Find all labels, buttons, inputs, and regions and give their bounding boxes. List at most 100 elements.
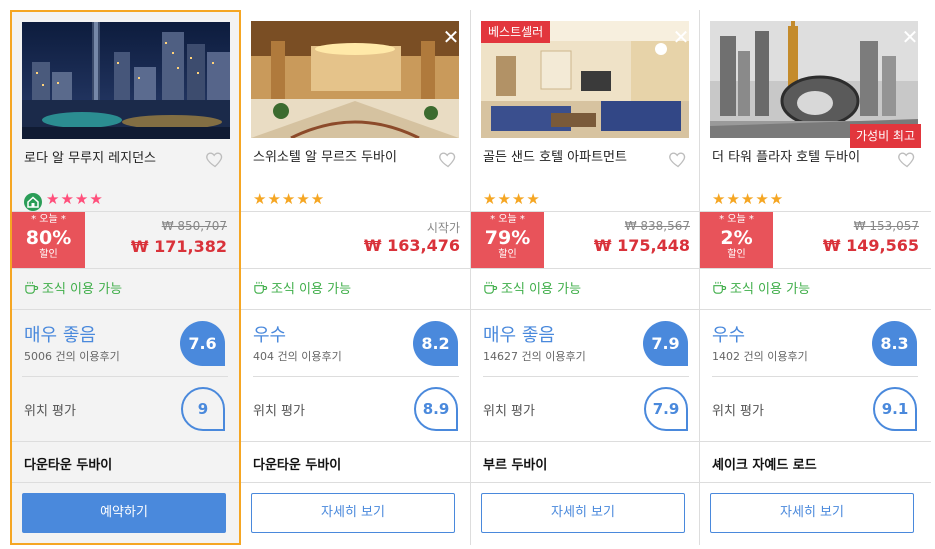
hotel-name[interactable]: 골든 샌드 호텔 아파트먼트 bbox=[483, 150, 663, 166]
divider bbox=[471, 309, 702, 310]
today-deal-badge: * 오늘 * 2% 할인 bbox=[700, 212, 773, 268]
heart-icon[interactable] bbox=[205, 149, 225, 169]
breakfast-label: 조식 이용 가능 bbox=[42, 282, 123, 297]
rating-score-badge: 8.3 bbox=[872, 321, 917, 366]
divider bbox=[12, 268, 239, 269]
hotel-name[interactable]: 로다 알 무루지 레지던스 bbox=[24, 151, 204, 167]
details-button[interactable]: 자세히 보기 bbox=[251, 493, 455, 533]
original-price: ₩ 838,567 bbox=[624, 219, 690, 233]
hotel-card-1[interactable]: 로다 알 무루지 레지던스 ★★★★ * 오늘 * 80% 할인 ₩ 850,7… bbox=[10, 10, 241, 545]
hotel-card-4[interactable]: 가성비 최고 ✕ 더 타워 플라자 호텔 두바이 ★★★★★ * 오늘 * 2%… bbox=[700, 10, 931, 545]
home-icon bbox=[24, 193, 42, 211]
review-count[interactable]: 404 건의 이용후기 bbox=[253, 348, 342, 364]
heart-icon[interactable] bbox=[438, 149, 458, 169]
hotel-comparison-grid: 로다 알 무루지 레지던스 ★★★★ * 오늘 * 80% 할인 ₩ 850,7… bbox=[0, 0, 935, 549]
today-deal-badge: * 오늘 * 80% 할인 bbox=[12, 212, 85, 268]
divider bbox=[12, 309, 239, 310]
divider bbox=[471, 482, 702, 483]
price-prefix: 시작가 bbox=[426, 221, 460, 235]
hotel-card-2[interactable]: ✕ 스위소텔 알 무르즈 두바이 ★★★★★ 시작가 ₩ 163,476 조식 … bbox=[241, 10, 472, 545]
divider bbox=[253, 376, 459, 377]
area-name: 셰이크 자예드 로드 bbox=[712, 458, 817, 473]
location-label: 위치 평가 bbox=[253, 404, 305, 419]
divider bbox=[241, 268, 472, 269]
review-count[interactable]: 14627 건의 이용후기 bbox=[483, 348, 586, 364]
location-label: 위치 평가 bbox=[483, 404, 535, 419]
book-button[interactable]: 예약하기 bbox=[22, 493, 226, 533]
rating-label: 매우 좋음 bbox=[24, 325, 96, 346]
details-button[interactable]: 자세히 보기 bbox=[481, 493, 685, 533]
hotel-card-3[interactable]: 베스트셀러 ✕ 골든 샌드 호텔 아파트먼트 ★★★★ * 오늘 * 79% 할… bbox=[471, 10, 702, 545]
heart-icon[interactable] bbox=[668, 149, 688, 169]
cup-icon bbox=[713, 281, 727, 294]
cup-icon bbox=[254, 281, 268, 294]
divider bbox=[22, 376, 228, 377]
rating-score-badge: 7.9 bbox=[643, 321, 688, 366]
cup-icon bbox=[484, 281, 498, 294]
deal-price[interactable]: ₩ 163,476 bbox=[364, 236, 460, 255]
star-rating: ★★★★★ bbox=[253, 190, 326, 208]
today-deal-badge: * 오늘 * 79% 할인 bbox=[471, 212, 544, 268]
discount-percent: 80% bbox=[25, 227, 72, 249]
hotel-name[interactable]: 스위소텔 알 무르즈 두바이 bbox=[253, 150, 433, 166]
breakfast-info: 조식 이용 가능 bbox=[24, 278, 122, 297]
divider bbox=[700, 482, 931, 483]
deal-today-label: * 오늘 * bbox=[31, 214, 66, 225]
close-icon[interactable]: ✕ bbox=[442, 27, 460, 47]
location-score-badge: 9.1 bbox=[873, 387, 917, 431]
location-score-badge: 7.9 bbox=[644, 387, 688, 431]
location-score-badge: 8.9 bbox=[414, 387, 458, 431]
location-label: 위치 평가 bbox=[712, 404, 764, 419]
details-button[interactable]: 자세히 보기 bbox=[710, 493, 914, 533]
discount-percent: 79% bbox=[484, 227, 531, 249]
discount-label: 할인 bbox=[727, 249, 746, 260]
divider bbox=[241, 482, 472, 483]
close-icon[interactable]: ✕ bbox=[901, 27, 919, 47]
hotel-name[interactable]: 더 타워 플라자 호텔 두바이 bbox=[712, 150, 892, 166]
breakfast-label: 조식 이용 가능 bbox=[501, 282, 582, 297]
breakfast-info: 조식 이용 가능 bbox=[483, 278, 581, 297]
discount-percent: 2% bbox=[720, 227, 753, 249]
divider bbox=[712, 376, 918, 377]
divider bbox=[241, 309, 472, 310]
cup-icon bbox=[25, 281, 39, 294]
divider bbox=[483, 376, 689, 377]
divider bbox=[241, 441, 472, 442]
location-label: 위치 평가 bbox=[24, 404, 76, 419]
divider bbox=[12, 482, 239, 483]
deal-today-label: * 오늘 * bbox=[490, 214, 525, 225]
hotel-photo[interactable] bbox=[22, 22, 230, 139]
rating-score-badge: 7.6 bbox=[180, 321, 225, 366]
rating-label: 우수 bbox=[712, 325, 746, 346]
divider bbox=[471, 441, 702, 442]
deal-price[interactable]: ₩ 175,448 bbox=[594, 236, 690, 255]
heart-icon[interactable] bbox=[897, 149, 917, 169]
star-rating: ★★★★ bbox=[483, 190, 541, 208]
hotel-photo[interactable] bbox=[710, 21, 918, 138]
deal-price[interactable]: ₩ 149,565 bbox=[823, 236, 919, 255]
rating-score-badge: 8.2 bbox=[413, 321, 458, 366]
breakfast-label: 조식 이용 가능 bbox=[730, 282, 811, 297]
deal-price[interactable]: ₩ 171,382 bbox=[131, 237, 227, 256]
divider bbox=[241, 211, 472, 212]
review-count[interactable]: 5006 건의 이용후기 bbox=[24, 348, 120, 364]
hotel-photo[interactable] bbox=[251, 21, 459, 138]
deal-today-label: * 오늘 * bbox=[719, 214, 754, 225]
breakfast-label: 조식 이용 가능 bbox=[271, 282, 352, 297]
bestseller-badge: 베스트셀러 bbox=[481, 21, 551, 43]
best-value-badge: 가성비 최고 bbox=[849, 124, 921, 148]
divider bbox=[700, 441, 931, 442]
close-icon[interactable]: ✕ bbox=[672, 27, 690, 47]
breakfast-info: 조식 이용 가능 bbox=[712, 278, 810, 297]
divider bbox=[12, 441, 239, 442]
rating-label: 우수 bbox=[253, 325, 287, 346]
breakfast-info: 조식 이용 가능 bbox=[253, 278, 351, 297]
review-count[interactable]: 1402 건의 이용후기 bbox=[712, 348, 808, 364]
rating-label: 매우 좋음 bbox=[483, 325, 555, 346]
area-name: 부르 두바이 bbox=[483, 458, 548, 473]
area-name: 다운타운 두바이 bbox=[24, 458, 113, 473]
star-rating: ★★★★★ bbox=[712, 190, 785, 208]
discount-label: 할인 bbox=[498, 249, 517, 260]
discount-label: 할인 bbox=[39, 249, 58, 260]
location-score-badge: 9 bbox=[181, 387, 225, 431]
